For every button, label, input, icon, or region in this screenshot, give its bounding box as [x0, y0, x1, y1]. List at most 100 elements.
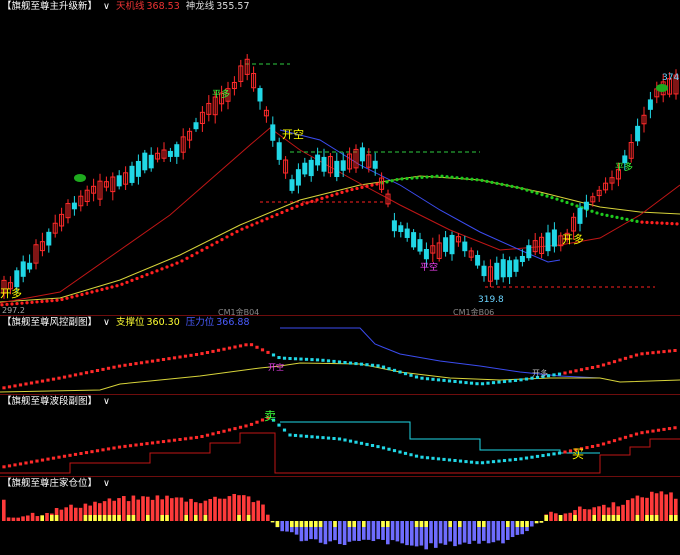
position-bar-up — [189, 498, 193, 521]
position-bar-up — [198, 503, 203, 521]
risk-candle — [123, 363, 127, 367]
position-bar-down — [472, 521, 476, 541]
risk-candle — [288, 357, 292, 360]
position-bar-down — [366, 521, 371, 540]
wave-candle — [480, 461, 485, 465]
risk-control-panel[interactable]: 【旗舰至尊风控副图】 ∨ 支撑位 360.30 压力位 366.88 开空 开多 — [0, 316, 680, 395]
support-dot — [500, 182, 504, 186]
wave-candle — [24, 461, 28, 465]
position-bar-highlight — [650, 515, 654, 521]
risk-candle — [524, 377, 529, 381]
position-bar-up — [170, 498, 174, 521]
main-chart-plot[interactable] — [0, 0, 680, 316]
candle-body — [46, 231, 52, 246]
position-bar-highlight — [381, 521, 385, 527]
wave-candle — [673, 426, 677, 430]
risk-candle — [321, 358, 325, 362]
wave-panel[interactable]: 【旗舰至尊波段副图】 ∨ 卖 买 — [0, 395, 680, 477]
wave-candle — [18, 462, 23, 466]
candle-body — [475, 254, 481, 266]
risk-candle — [552, 373, 556, 377]
wave-candle — [475, 461, 479, 465]
wave-candle — [293, 433, 298, 437]
risk-candle — [623, 356, 628, 360]
wave-candle — [491, 460, 496, 464]
wave-candle — [590, 445, 595, 448]
position-bar-up — [563, 513, 568, 521]
risk-candle — [40, 379, 45, 383]
wave-candle — [84, 451, 89, 455]
low-value-label: 319.8 — [478, 295, 504, 305]
position-bar-highlight — [482, 521, 486, 527]
wave-candle — [46, 457, 50, 461]
risk-candle — [227, 346, 232, 350]
risk-candle — [134, 362, 138, 366]
support-dot — [340, 190, 344, 194]
risk-candle — [486, 381, 490, 385]
position-bar-highlight — [606, 515, 611, 521]
risk-candle — [117, 364, 122, 368]
position-bar-down — [462, 521, 467, 543]
candle-body — [443, 237, 449, 252]
support-dot — [535, 191, 539, 195]
support-dot — [165, 265, 169, 269]
risk-candle — [178, 355, 182, 359]
position-bar-down — [438, 521, 443, 544]
risk-control-plot[interactable] — [0, 316, 680, 395]
dealer-position-panel[interactable]: 【旗舰至尊庄家仓位】 ∨ — [0, 477, 680, 555]
wave-candle — [651, 429, 655, 433]
wave-candle — [167, 439, 171, 443]
candle-body — [551, 229, 557, 247]
wave-plot[interactable] — [0, 395, 680, 477]
position-bar-highlight — [270, 521, 275, 523]
support-dot — [245, 225, 249, 229]
support-dot — [645, 220, 649, 224]
risk-candle — [128, 362, 133, 366]
risk-candle — [244, 343, 248, 347]
support-dot — [425, 175, 429, 179]
position-bar-highlight — [203, 515, 208, 521]
wave-candle — [337, 437, 342, 441]
wave-candle — [464, 460, 468, 464]
support-dot — [410, 176, 414, 180]
position-bar-highlight — [558, 515, 563, 521]
support-dot — [545, 194, 549, 198]
support-dot — [415, 176, 419, 180]
candle-body — [334, 160, 340, 177]
position-bar-down — [390, 521, 395, 541]
position-bar-down — [371, 521, 376, 542]
wave-candle — [414, 454, 419, 458]
position-bar-up — [597, 506, 601, 521]
support-dot — [495, 181, 499, 185]
wave-candle — [200, 435, 204, 439]
risk-candle — [453, 380, 457, 383]
support-dot — [15, 301, 19, 306]
wave-candle — [343, 438, 347, 442]
pressure-line — [280, 327, 601, 379]
wave-candle — [618, 437, 622, 441]
candle-body — [577, 207, 583, 224]
risk-candle — [618, 358, 622, 362]
wave-candle — [645, 430, 650, 434]
wave-candle — [458, 459, 463, 463]
main-chart-panel[interactable]: 【旗舰至尊主升级新】 ∨ 天机线 368.53 神龙线 355.57 开多 开空 开多 平… — [0, 0, 680, 317]
position-bar-highlight — [88, 515, 92, 521]
support-dot — [475, 178, 479, 182]
position-bar-highlight — [318, 521, 323, 527]
position-bar-down — [342, 521, 347, 546]
risk-candle — [255, 345, 259, 349]
support-dot — [30, 300, 34, 304]
wave-candle — [216, 431, 221, 435]
position-bar-up — [174, 497, 179, 521]
dealer-position-plot[interactable] — [0, 477, 680, 555]
candle-body — [635, 125, 641, 142]
position-bar-down — [530, 521, 534, 527]
risk-candle — [233, 345, 237, 349]
position-bar-up — [568, 512, 572, 521]
support-dot — [180, 259, 184, 263]
risk-candle — [640, 352, 644, 356]
wave-candle — [332, 437, 336, 441]
position-bar-highlight — [674, 515, 678, 521]
wave-candle — [623, 435, 628, 439]
wave-candle — [68, 453, 72, 457]
